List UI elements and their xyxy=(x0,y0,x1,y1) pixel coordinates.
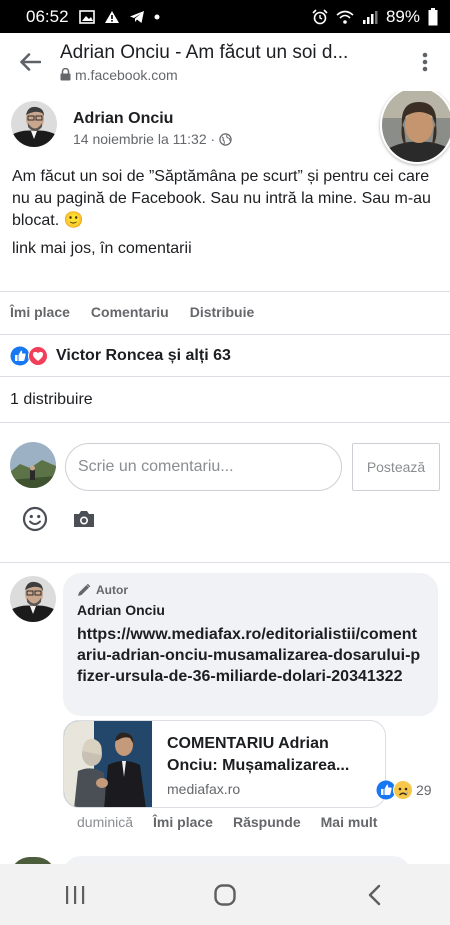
battery-level: 89% xyxy=(385,6,420,26)
comment-reply-button[interactable]: Răspunde xyxy=(233,814,301,830)
home-icon xyxy=(214,883,236,906)
comment-item: Autor Adrian Onciu https://www.mediafax.… xyxy=(0,563,450,863)
comment-bubble: Autor Adrian Onciu https://www.mediafax.… xyxy=(63,573,438,716)
preview-domain: mediafax.ro xyxy=(167,781,241,797)
more-vertical-icon xyxy=(422,52,428,72)
browser-toolbar: Adrian Onciu - Am făcut un soi d... m.fa… xyxy=(0,33,450,91)
comment-input[interactable] xyxy=(65,443,342,491)
author-photo xyxy=(11,101,57,147)
reactions-summary[interactable]: Victor Roncea și alți 63 xyxy=(0,334,450,377)
pencil-icon xyxy=(78,583,91,596)
author-badge: Autor xyxy=(77,583,424,597)
avatar[interactable] xyxy=(10,576,56,622)
recent-apps-button[interactable] xyxy=(40,870,110,920)
next-comment-bubble xyxy=(63,856,411,864)
comment-actions: duminică Îmi place Răspunde Mai mult xyxy=(77,814,377,830)
telegram-icon xyxy=(129,10,144,23)
preview-title: COMENTARIU Adrian Onciu: Mușamalizarea..… xyxy=(167,735,350,774)
system-back-button[interactable] xyxy=(340,870,410,920)
link-preview[interactable]: COMENTARIU Adrian Onciu: Mușamalizarea..… xyxy=(63,720,386,808)
my-photo xyxy=(10,442,56,488)
lock-icon xyxy=(60,68,71,81)
camera-icon xyxy=(74,511,94,527)
comment-link[interactable]: https://www.mediafax.ro/editorialistii/c… xyxy=(77,624,424,687)
comment-reactions[interactable]: 29 xyxy=(376,780,432,800)
post-body: Am făcut un soi de ”Săptămâna pe scurt” … xyxy=(0,158,450,260)
page-url: m.facebook.com xyxy=(75,66,178,83)
post-text: Am făcut un soi de ”Săptămâna pe scurt” … xyxy=(12,168,431,229)
sad-reaction-icon xyxy=(393,780,413,800)
system-nav-bar xyxy=(0,864,450,925)
globe-icon xyxy=(219,132,232,146)
smiley-icon xyxy=(22,506,48,532)
share-button[interactable]: Distribuie xyxy=(190,304,255,320)
comment-more-button[interactable]: Mai mult xyxy=(321,814,378,830)
camera-button[interactable] xyxy=(69,504,99,534)
emoji-button[interactable] xyxy=(20,504,50,534)
battery-icon xyxy=(428,7,438,25)
like-reaction-icon xyxy=(10,346,30,365)
love-reaction-icon xyxy=(28,345,48,366)
shares-count[interactable]: 1 distribuire xyxy=(0,377,450,423)
avatar xyxy=(10,442,56,488)
preview-image xyxy=(64,721,152,807)
back-button[interactable] xyxy=(0,33,60,91)
recent-apps-icon xyxy=(66,885,85,904)
dot-icon xyxy=(154,14,160,19)
comment-author[interactable]: Adrian Onciu xyxy=(77,602,424,618)
post-content: Adrian Onciu 14 noiembrie la 11:32 · Am … xyxy=(0,91,450,864)
post-author[interactable]: Adrian Onciu xyxy=(73,110,173,128)
signal-icon xyxy=(362,10,378,24)
post-text-secondary: link mai jos, în comentarii xyxy=(12,240,192,257)
wifi-icon xyxy=(336,10,354,24)
author-badge-label: Autor xyxy=(96,583,128,597)
comment-reaction-count: 29 xyxy=(416,782,432,798)
comment-composer: Postează xyxy=(0,423,450,563)
chat-head-avatar[interactable] xyxy=(380,91,450,164)
post-comment-button[interactable]: Postează xyxy=(352,443,440,491)
home-button[interactable] xyxy=(190,870,260,920)
status-bar: 06:52 89% xyxy=(0,0,450,33)
avatar[interactable] xyxy=(11,101,57,147)
gallery-icon xyxy=(78,9,95,24)
alarm-icon xyxy=(312,8,328,24)
page-title: Adrian Onciu - Am făcut un soi d... xyxy=(60,41,349,63)
chat-head-photo xyxy=(382,91,450,162)
post-date[interactable]: 14 noiembrie la 11:32 · xyxy=(73,131,215,147)
arrow-left-icon xyxy=(20,53,41,71)
commenter-photo xyxy=(10,576,56,622)
post-actions: Îmi place Comentariu Distribuie xyxy=(0,291,450,331)
comment-button[interactable]: Comentariu xyxy=(91,304,169,320)
chevron-left-icon xyxy=(368,884,381,905)
warning-icon xyxy=(104,10,119,23)
status-time: 06:52 xyxy=(26,6,69,26)
like-button[interactable]: Îmi place xyxy=(10,304,70,320)
post-header: Adrian Onciu 14 noiembrie la 11:32 · xyxy=(0,91,450,164)
address-area[interactable]: Adrian Onciu - Am făcut un soi d... m.fa… xyxy=(60,42,400,83)
comment-like-button[interactable]: Îmi place xyxy=(153,814,213,830)
reactions-label: Victor Roncea și alți 63 xyxy=(56,346,231,364)
menu-button[interactable] xyxy=(400,33,450,91)
comment-time: duminică xyxy=(77,814,134,830)
